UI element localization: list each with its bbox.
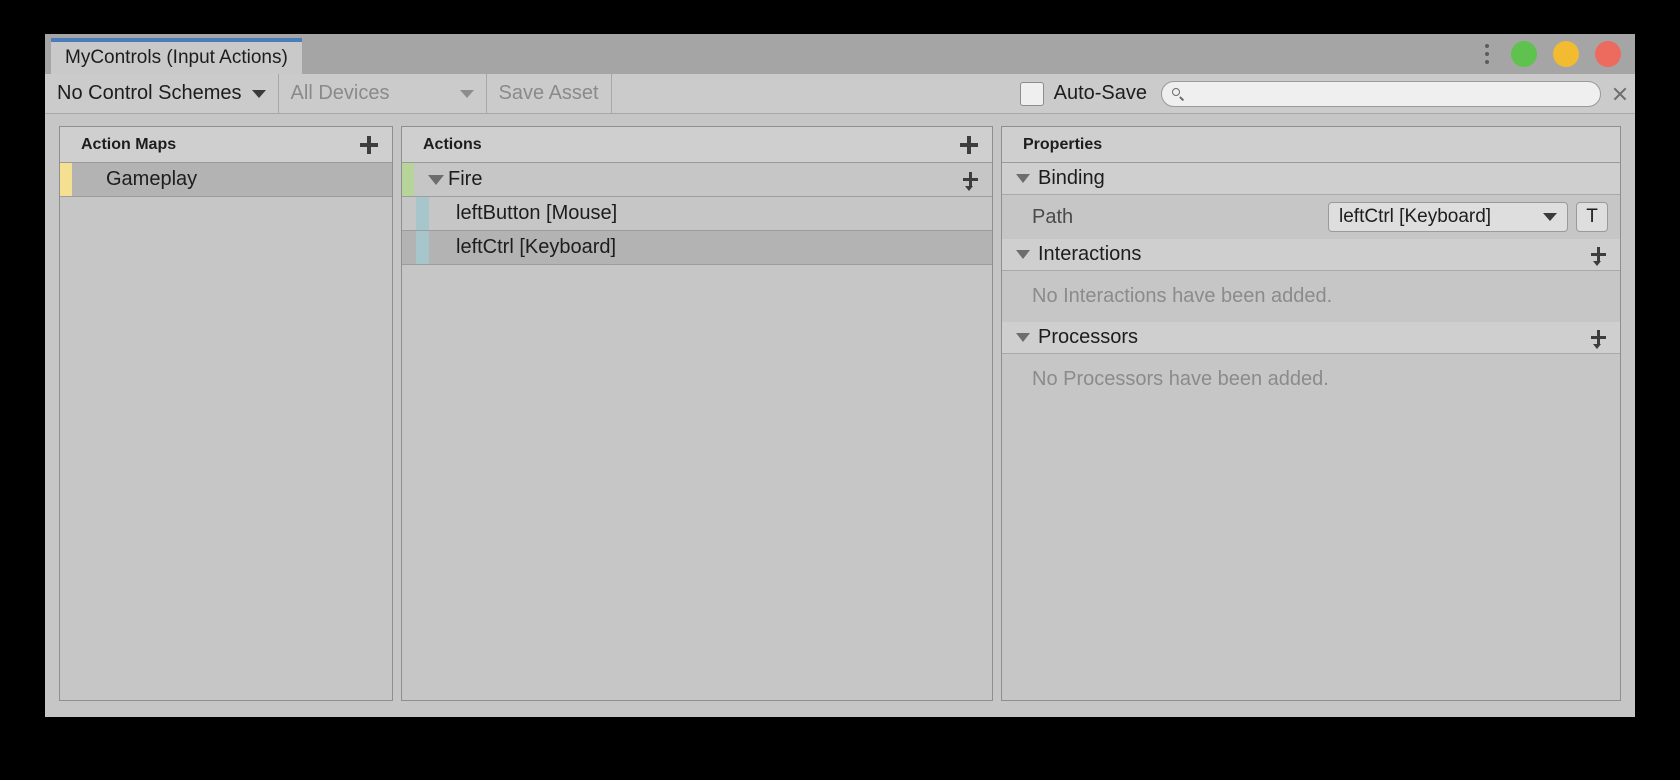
search-box[interactable]: [1161, 80, 1601, 107]
chevron-down-icon[interactable]: [1016, 174, 1030, 183]
window-body: Action Maps Gameplay Actions Fire leftBu…: [45, 114, 1635, 717]
action-maps-header: Action Maps: [60, 127, 392, 163]
action-label: Fire: [448, 168, 483, 190]
action-maps-list: Gameplay: [60, 163, 392, 700]
binding-section-label: Binding: [1038, 167, 1105, 189]
binding-label: leftButton [Mouse]: [456, 202, 618, 224]
binding-row-leftctrl-keyboard[interactable]: leftCtrl [Keyboard]: [402, 231, 992, 265]
interactions-empty-text: No Interactions have been added.: [1032, 285, 1333, 307]
add-interaction-button[interactable]: [1590, 246, 1608, 266]
binding-label: leftCtrl [Keyboard]: [456, 236, 617, 258]
maximize-button[interactable]: [1553, 41, 1579, 67]
minimize-button[interactable]: [1511, 41, 1537, 67]
add-binding-button[interactable]: [962, 171, 980, 191]
devices-dropdown[interactable]: All Devices: [279, 73, 487, 114]
chevron-down-icon: [965, 185, 973, 191]
action-row-fire[interactable]: Fire: [402, 163, 992, 197]
action-color-stripe: [402, 163, 414, 196]
chevron-down-icon: [1593, 260, 1601, 266]
interactions-section-header[interactable]: Interactions: [1002, 239, 1620, 271]
screen: MyControls (Input Actions) No Control Sc…: [0, 0, 1680, 780]
chevron-down-icon[interactable]: [1016, 333, 1030, 342]
path-value: leftCtrl [Keyboard]: [1339, 206, 1492, 227]
vertical-ellipsis-icon[interactable]: [1479, 42, 1495, 66]
path-controls: leftCtrl [Keyboard] T: [1328, 202, 1608, 232]
actions-title: Actions: [423, 135, 482, 153]
actions-list: Fire leftButton [Mouse] leftCtrl [Keyboa…: [402, 163, 992, 700]
properties-body: Binding Path leftCtrl [Keyboard] T Inter…: [1002, 163, 1620, 700]
chevron-down-icon[interactable]: [428, 174, 444, 185]
devices-label: All Devices: [290, 82, 390, 104]
control-schemes-dropdown[interactable]: No Control Schemes: [45, 73, 279, 114]
path-dropdown[interactable]: leftCtrl [Keyboard]: [1328, 202, 1568, 232]
properties-header: Properties: [1002, 127, 1620, 163]
binding-color-stripe: [416, 231, 429, 264]
path-row: Path leftCtrl [Keyboard] T: [1002, 195, 1620, 239]
interactions-section-label: Interactions: [1038, 243, 1142, 265]
tab-label: MyControls (Input Actions): [65, 47, 288, 68]
chevron-down-icon: [251, 89, 266, 98]
chevron-down-icon: [1543, 213, 1557, 221]
action-map-label: Gameplay: [106, 168, 198, 190]
binding-section-header[interactable]: Binding: [1002, 163, 1620, 195]
action-map-row-gameplay[interactable]: Gameplay: [60, 163, 392, 197]
close-icon[interactable]: [1609, 83, 1631, 105]
tab-mycontrols[interactable]: MyControls (Input Actions): [51, 38, 302, 74]
binding-row-leftbutton-mouse[interactable]: leftButton [Mouse]: [402, 197, 992, 231]
auto-save-toggle[interactable]: Auto-Save: [1019, 81, 1161, 106]
action-map-color-stripe: [60, 163, 72, 196]
action-maps-panel: Action Maps Gameplay: [59, 126, 393, 701]
save-asset-button[interactable]: Save Asset: [487, 73, 612, 114]
path-text-toggle-button[interactable]: T: [1576, 202, 1608, 232]
path-label: Path: [1032, 205, 1074, 228]
window-controls: [1479, 34, 1621, 74]
toolbar: No Control Schemes All Devices Save Asse…: [45, 73, 1635, 114]
actions-header: Actions: [402, 127, 992, 163]
properties-title: Properties: [1023, 135, 1103, 153]
add-processor-button[interactable]: [1590, 329, 1608, 349]
control-schemes-label: No Control Schemes: [57, 82, 242, 104]
input-actions-window: MyControls (Input Actions) No Control Sc…: [45, 34, 1635, 717]
auto-save-checkbox[interactable]: [1019, 81, 1044, 106]
actions-panel: Actions Fire leftButton [Mouse] leftCtrl…: [401, 126, 993, 701]
window-titlebar: MyControls (Input Actions): [45, 34, 1635, 74]
chevron-down-icon: [1593, 343, 1601, 349]
search-input[interactable]: [1190, 84, 1594, 103]
auto-save-label: Auto-Save: [1053, 82, 1147, 104]
processors-section-label: Processors: [1038, 326, 1139, 348]
search-icon: [1172, 87, 1184, 100]
processors-section-header[interactable]: Processors: [1002, 322, 1620, 354]
properties-panel: Properties Binding Path leftCtrl [Keyboa…: [1001, 126, 1621, 701]
close-button[interactable]: [1595, 41, 1621, 67]
add-action-map-button[interactable]: [358, 134, 380, 156]
add-action-button[interactable]: [958, 134, 980, 156]
save-asset-label: Save Asset: [498, 82, 599, 104]
binding-color-stripe: [416, 197, 429, 230]
processors-empty-text: No Processors have been added.: [1032, 368, 1329, 390]
action-maps-title: Action Maps: [81, 135, 177, 153]
chevron-down-icon: [459, 89, 474, 98]
search-area: [1161, 80, 1635, 107]
chevron-down-icon[interactable]: [1016, 250, 1030, 259]
